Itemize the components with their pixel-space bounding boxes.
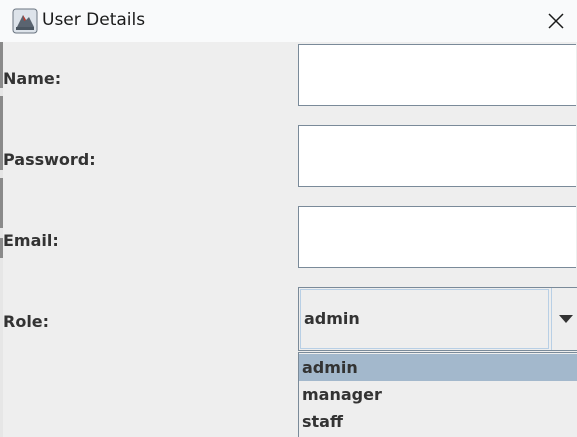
role-selected-value[interactable]: admin [300, 289, 549, 349]
dropdown-arrow-button[interactable] [551, 288, 577, 350]
title-bar[interactable]: User Details [0, 0, 577, 42]
role-option-staff[interactable]: staff [299, 408, 577, 435]
user-details-window: User Details Name: Password: Email: Role… [0, 0, 577, 437]
role-option-manager[interactable]: manager [299, 381, 577, 408]
window-title: User Details [42, 10, 146, 30]
role-dropdown-list: admin manager staff [298, 352, 577, 437]
email-label: Email: [3, 231, 59, 250]
edge-gap [0, 258, 3, 437]
close-button[interactable] [534, 0, 577, 42]
role-label: Role: [3, 312, 50, 331]
email-field[interactable] [298, 206, 576, 268]
role-combobox[interactable]: admin [298, 287, 577, 351]
edge-gap [0, 88, 3, 96]
password-field[interactable] [298, 125, 576, 187]
password-label: Password: [3, 150, 96, 169]
edge-gap [0, 170, 3, 178]
name-field[interactable] [298, 44, 576, 106]
chevron-down-icon [558, 315, 573, 323]
close-icon [547, 13, 564, 29]
name-label: Name: [3, 69, 62, 88]
java-app-icon [12, 8, 38, 34]
role-option-admin[interactable]: admin [299, 354, 577, 381]
